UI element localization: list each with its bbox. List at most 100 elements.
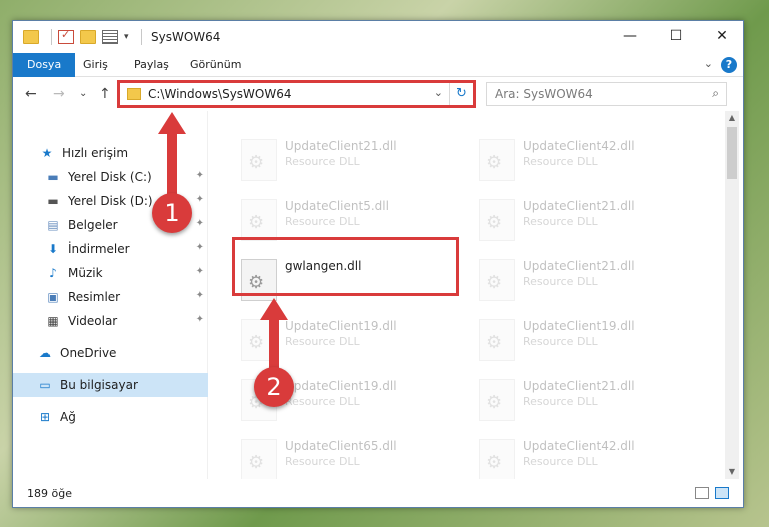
file-name: UpdateClient21.dll — [523, 199, 635, 213]
file-description: Resource DLL — [523, 455, 598, 468]
title-bar: ▾ SysWOW64 — ☐ ✕ — [13, 21, 743, 53]
customize-dropdown-icon[interactable]: ▾ — [124, 32, 129, 42]
toolbar-divider — [140, 29, 142, 45]
pin-icon: ✦ — [195, 170, 204, 181]
pin-icon: ✦ — [195, 218, 204, 229]
star-icon: ★ — [41, 146, 53, 160]
sidebar-item-label: İndirmeler — [68, 242, 130, 256]
sidebar-item-label: Yerel Disk (C:) — [68, 170, 152, 184]
search-icon[interactable]: ⌕ — [712, 86, 719, 101]
file-item[interactable]: ⚙ UpdateClient42.dll Resource DLL — [475, 429, 695, 479]
back-button[interactable]: ← — [25, 86, 37, 102]
sidebar-item-label: Hızlı erişim — [62, 146, 129, 160]
file-item[interactable]: ⚙ UpdateClient21.dll Resource DLL — [475, 369, 695, 425]
file-name: UpdateClient21.dll — [523, 379, 635, 393]
file-description: Resource DLL — [285, 215, 360, 228]
file-name: UpdateClient21.dll — [523, 259, 635, 273]
sidebar-item[interactable]: ♪ Müzik ✦ — [13, 261, 208, 285]
file-highlight-box — [232, 237, 459, 296]
gear-icon: ⚙ — [486, 152, 503, 173]
step-marker-2: 2 — [254, 367, 294, 407]
scroll-thumb[interactable] — [727, 127, 737, 179]
file-name: UpdateClient65.dll — [285, 439, 397, 453]
file-item[interactable]: ⚙ UpdateClient42.dll Resource DLL — [475, 129, 695, 185]
search-box[interactable]: Ara: SysWOW64 ⌕ — [486, 82, 727, 106]
arrow-1-shaft — [167, 132, 177, 194]
gear-icon: ⚙ — [486, 272, 503, 293]
file-description: Resource DLL — [523, 335, 598, 348]
recent-locations-button[interactable]: ⌄ — [79, 88, 87, 99]
tab-giris[interactable]: Giriş — [83, 53, 108, 77]
file-name: UpdateClient42.dll — [523, 439, 635, 453]
documents-icon: ▤ — [47, 218, 59, 232]
file-item[interactable]: ⚙ UpdateClient21.dll Resource DLL — [475, 249, 695, 305]
expand-ribbon-icon[interactable]: ⌄ — [704, 57, 713, 70]
sidebar-item[interactable]: ☁ OneDrive — [13, 341, 208, 365]
gear-icon: ⚙ — [248, 152, 265, 173]
file-description: Resource DLL — [523, 275, 598, 288]
sidebar-item-label: Müzik — [68, 266, 103, 280]
item-count: 189 öğe — [27, 487, 72, 500]
status-bar: 189 öğe — [13, 479, 743, 507]
forward-button[interactable]: → — [53, 86, 65, 102]
help-icon[interactable]: ? — [721, 57, 737, 73]
scroll-up-icon[interactable]: ▲ — [725, 111, 739, 125]
navigation-pane: ★ Hızlı erişim ▬ Yerel Disk (C:) ✦ ▬ Yerel Dis… — [13, 111, 208, 479]
close-button[interactable]: ✕ — [699, 21, 745, 51]
file-description: Resource DLL — [523, 215, 598, 228]
dll-file-icon: ⚙ — [479, 139, 515, 181]
maximize-button[interactable]: ☐ — [653, 21, 699, 51]
pin-icon: ✦ — [195, 242, 204, 253]
sidebar-item[interactable]: ▭ Bu bilgisayar — [13, 373, 208, 397]
sidebar-item[interactable]: ★ Hızlı erişim — [13, 141, 208, 165]
vertical-scrollbar[interactable]: ▲ ▼ — [725, 111, 739, 479]
new-folder-icon[interactable] — [80, 30, 96, 44]
gear-icon: ⚙ — [486, 392, 503, 413]
sidebar-item[interactable]: ⊞ Ağ — [13, 405, 208, 429]
gear-icon: ⚙ — [486, 212, 503, 233]
file-item[interactable]: ⚙ UpdateClient21.dll Resource DLL — [237, 129, 457, 185]
dll-file-icon: ⚙ — [479, 319, 515, 361]
tab-dosya[interactable]: Dosya — [13, 53, 76, 77]
pin-icon: ✦ — [195, 290, 204, 301]
sidebar-item-label: Belgeler — [68, 218, 118, 232]
scroll-down-icon[interactable]: ▼ — [725, 465, 739, 479]
sidebar-item[interactable]: ▣ Resimler ✦ — [13, 285, 208, 309]
file-description: Resource DLL — [285, 395, 360, 408]
view-list-icon[interactable] — [102, 30, 118, 44]
tab-gorunum[interactable]: Görünüm — [190, 53, 241, 77]
dll-file-icon: ⚙ — [479, 199, 515, 241]
up-button[interactable]: ↑ — [99, 86, 111, 102]
file-item[interactable]: ⚙ UpdateClient19.dll Resource DLL — [475, 309, 695, 365]
gear-icon: ⚙ — [486, 452, 503, 473]
file-description: Resource DLL — [523, 395, 598, 408]
sidebar-item-label: Videolar — [68, 314, 118, 328]
gear-icon: ⚙ — [248, 452, 265, 473]
file-name: UpdateClient5.dll — [285, 199, 389, 213]
dll-file-icon: ⚙ — [241, 199, 277, 241]
sidebar-item[interactable]: ⬇ İndirmeler ✦ — [13, 237, 208, 261]
file-name: UpdateClient19.dll — [285, 319, 397, 333]
file-name: UpdateClient21.dll — [285, 139, 397, 153]
properties-icon[interactable] — [58, 28, 74, 44]
pin-icon: ✦ — [195, 314, 204, 325]
dll-file-icon: ⚙ — [479, 379, 515, 421]
sidebar-item[interactable]: ▦ Videolar ✦ — [13, 309, 208, 333]
drive-icon: ▬ — [47, 194, 59, 208]
file-item[interactable]: ⚙ UpdateClient65.dll Resource DLL — [237, 429, 457, 479]
dll-file-icon: ⚙ — [479, 259, 515, 301]
cloud-icon: ☁ — [39, 346, 51, 360]
sidebar-item[interactable]: ▬ Yerel Disk (C:) ✦ — [13, 165, 208, 189]
minimize-button[interactable]: — — [607, 21, 653, 51]
arrow-2-shaft — [269, 318, 279, 370]
tab-paylas[interactable]: Paylaş — [134, 53, 169, 77]
dll-file-icon: ⚙ — [479, 439, 515, 479]
file-description: Resource DLL — [523, 155, 598, 168]
pictures-icon: ▣ — [47, 290, 59, 304]
details-view-icon[interactable] — [695, 487, 709, 499]
file-description: Resource DLL — [285, 155, 360, 168]
large-icons-view-icon[interactable] — [715, 487, 729, 499]
network-icon: ⊞ — [39, 410, 51, 424]
file-name: UpdateClient19.dll — [285, 379, 397, 393]
file-item[interactable]: ⚙ UpdateClient21.dll Resource DLL — [475, 189, 695, 245]
